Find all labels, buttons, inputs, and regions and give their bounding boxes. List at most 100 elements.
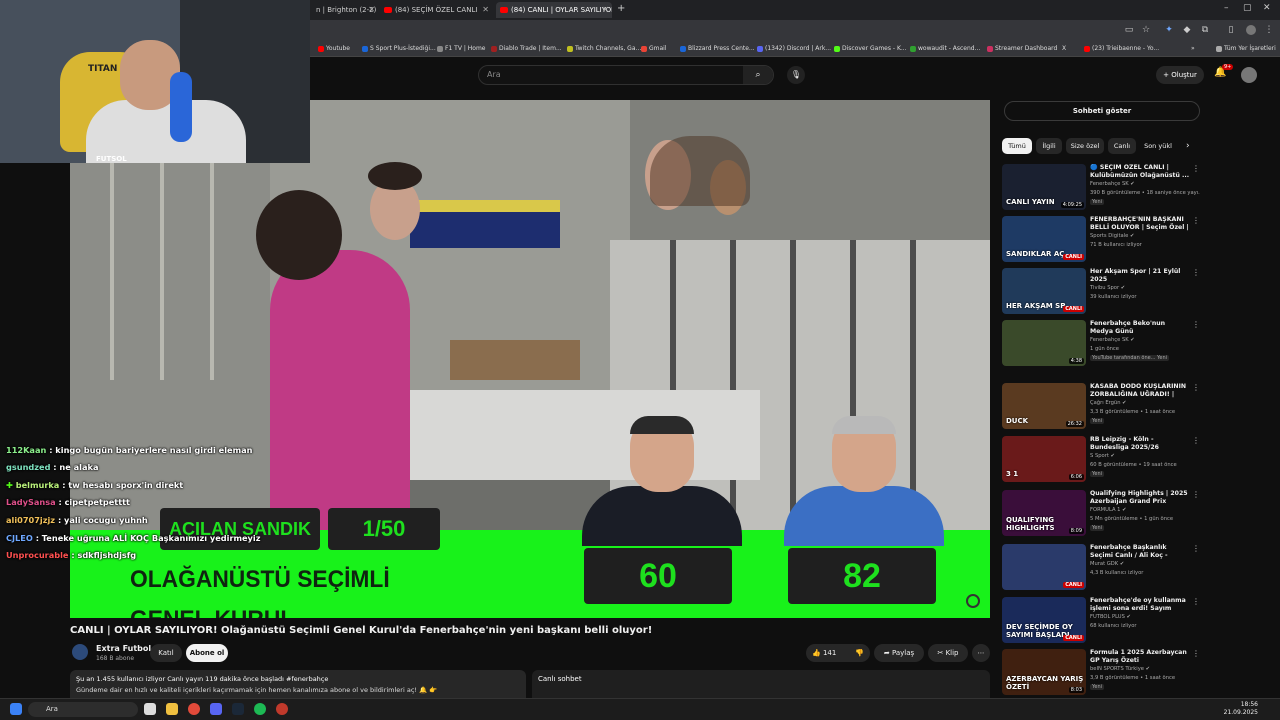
recommended-video[interactable]: QUALIFYING HIGHLIGHTS 8:09 Qualifying High… [1002, 490, 1202, 540]
recommended-title[interactable]: FENERBAHÇE'NİN BAŞKANI BELLİ OLUYOR | Se… [1090, 216, 1190, 232]
discord-icon[interactable] [210, 703, 222, 715]
channel-avatar[interactable] [72, 644, 88, 660]
search-box[interactable]: Ara ⌕ [478, 65, 774, 85]
app-icon[interactable] [276, 703, 288, 715]
windows-start-icon[interactable] [10, 703, 22, 715]
recommended-channel[interactable]: Tivibu Spor ✔ [1090, 285, 1125, 291]
chrome-icon[interactable] [188, 703, 200, 715]
recommended-title[interactable]: RB Leipzig - Köln - Bundesliga 2025/26 [1090, 436, 1190, 452]
subscribe-button[interactable]: Abone ol [186, 644, 228, 662]
file-explorer-icon[interactable] [166, 703, 178, 715]
like-count[interactable]: 141 [823, 649, 836, 657]
show-chat-button[interactable]: Sohbeti göster [1004, 101, 1200, 121]
join-button[interactable]: Katıl [150, 644, 182, 662]
bookmark-item[interactable]: Diablo Trade | Item... [491, 44, 562, 54]
bookmark-item[interactable]: Discover Games - K... [834, 44, 907, 54]
bookmark-item[interactable]: Youtube [318, 44, 350, 54]
bookmark-item[interactable]: (23) Trieibaenne - Yo... [1084, 44, 1159, 54]
video-thumbnail[interactable]: CANLI YAYIN 4:09:25 [1002, 164, 1086, 210]
browser-tab[interactable]: n | Brighton (2-2) ✕ [312, 2, 378, 18]
recommended-video[interactable]: SANDIKLAR AÇ CANLI FENERBAHÇE'NİN BAŞKANI … [1002, 216, 1202, 266]
clip-button[interactable]: ✂ Klip [928, 644, 968, 662]
steam-icon[interactable] [232, 703, 244, 715]
video-thumbnail[interactable]: QUALIFYING HIGHLIGHTS 8:09 [1002, 490, 1086, 536]
chip-related[interactable]: İlgili [1036, 138, 1062, 154]
more-actions-icon[interactable]: ⋯ [972, 644, 990, 662]
recommended-channel[interactable]: FUTBOL PLUS ✔ [1090, 614, 1131, 620]
bookmark-item[interactable]: Blizzard Press Cente... [680, 44, 755, 54]
dislike-icon[interactable]: 👎 [855, 644, 864, 662]
search-input[interactable]: Ara [487, 70, 501, 79]
more-options-icon[interactable]: ⋮ [1192, 320, 1200, 329]
chip-all[interactable]: Tümü [1002, 138, 1032, 154]
profile-avatar-icon[interactable] [1246, 25, 1256, 35]
recommended-video[interactable]: DEV SEÇİMDE OY SAYIMI BAŞLADI CANLI Fenerb… [1002, 597, 1202, 647]
close-window-icon[interactable]: ✕ [1263, 3, 1271, 13]
browser-tab-active[interactable]: (84) CANLI | OYLAR SAYILIYOR ✕ [496, 2, 612, 18]
cast-icon[interactable]: ▭ [1124, 25, 1134, 35]
recommended-title[interactable]: Fenerbahçe'de oy kullanma işlemi sona er… [1090, 597, 1190, 613]
recommended-video[interactable]: AZERBAYCAN YARIŞ ÖZETİ 8:03 Formula 1 2025… [1002, 649, 1202, 699]
recommended-video[interactable]: CANLI YAYIN 4:09:25 🔵 SEÇİM ÖZEL CANLI | K… [1002, 164, 1202, 214]
bookmark-item[interactable]: Gmail [641, 44, 667, 54]
recommended-title[interactable]: Qualifying Highlights | 2025 Azerbaijan … [1090, 490, 1190, 506]
extension-icon[interactable]: ◆ [1182, 25, 1192, 35]
chip-recent[interactable]: Son yükl [1140, 138, 1176, 154]
close-tab-icon[interactable]: ✕ [482, 2, 489, 18]
bookmark-item[interactable]: wowaudit - Ascend... [910, 44, 980, 54]
recommended-channel[interactable]: Murat GDK ✔ [1090, 561, 1124, 567]
recommended-title[interactable]: Her Akşam Spor | 21 Eylül 2025 [1090, 268, 1190, 284]
video-thumbnail[interactable]: CANLI [1002, 544, 1086, 590]
share-button[interactable]: ➦ Paylaş [874, 644, 924, 662]
chip-live[interactable]: Canlı [1108, 138, 1136, 154]
browser-tab[interactable]: (84) SEÇİM ÖZEL CANLI ✕ [380, 2, 492, 18]
task-view-icon[interactable] [144, 703, 156, 715]
recommended-title[interactable]: Fenerbahçe Başkanlık Seçimi Canlı / Ali … [1090, 544, 1190, 560]
maximize-icon[interactable]: ▢ [1243, 3, 1252, 13]
video-thumbnail[interactable]: 3 1 6:06 [1002, 436, 1086, 482]
menu-dots-icon[interactable]: ⋮ [1264, 25, 1274, 35]
create-button[interactable]: + Oluştur [1156, 66, 1204, 84]
recommended-title[interactable]: Fenerbahçe Beko'nun Medya Günü [1090, 320, 1190, 336]
recommended-channel[interactable]: Fenerbahçe SK ✔ [1090, 337, 1135, 343]
channel-name[interactable]: Extra Futbol [96, 644, 151, 653]
video-thumbnail[interactable]: DUCK 26:32 [1002, 383, 1086, 429]
close-tab-icon[interactable]: ✕ [602, 2, 609, 18]
recommended-video[interactable]: 4:38 Fenerbahçe Beko'nun Medya Günü Fenerb… [1002, 320, 1202, 370]
recommended-channel[interactable]: Çağrı Ergün ✔ [1090, 400, 1127, 406]
recommended-video[interactable]: 3 1 6:06 RB Leipzig - Köln - Bundesliga 20… [1002, 436, 1202, 486]
chip-for-you[interactable]: Size özel [1066, 138, 1104, 154]
more-options-icon[interactable]: ⋮ [1192, 544, 1200, 553]
more-options-icon[interactable]: ⋮ [1192, 649, 1200, 658]
more-options-icon[interactable]: ⋮ [1192, 597, 1200, 606]
sidebar-icon[interactable]: ▯ [1226, 25, 1236, 35]
video-thumbnail[interactable]: AZERBAYCAN YARIŞ ÖZETİ 8:03 [1002, 649, 1086, 695]
bookmark-item[interactable]: X [1062, 44, 1066, 54]
recommended-video[interactable]: CANLI Fenerbahçe Başkanlık Seçimi Canlı /… [1002, 544, 1202, 594]
bookmark-star-icon[interactable]: ☆ [1141, 25, 1151, 35]
recommended-video[interactable]: HER AKŞAM SP CANLI Her Akşam Spor | 21 Eyl… [1002, 268, 1202, 318]
video-thumbnail[interactable]: DEV SEÇİMDE OY SAYIMI BAŞLADI CANLI [1002, 597, 1086, 643]
more-bookmarks-icon[interactable]: » [1191, 44, 1195, 54]
recommended-title[interactable]: 🔵 SEÇİM ÖZEL CANLI | Kulübümüzün Olağanü… [1090, 164, 1190, 180]
bookmark-item[interactable]: Streamer Dashboard [987, 44, 1057, 54]
minimize-icon[interactable]: – [1224, 3, 1229, 13]
more-options-icon[interactable]: ⋮ [1192, 436, 1200, 445]
system-clock[interactable]: 18:56 21.09.2025 [1224, 701, 1258, 717]
recommended-channel[interactable]: beIN SPORTS Türkiye ✔ [1090, 666, 1150, 672]
bookmark-item[interactable]: F1 TV | Home [437, 44, 486, 54]
more-options-icon[interactable]: ⋮ [1192, 490, 1200, 499]
video-thumbnail[interactable]: SANDIKLAR AÇ CANLI [1002, 216, 1086, 262]
like-icon[interactable]: 👍 [812, 649, 821, 657]
close-tab-icon[interactable]: ✕ [368, 2, 375, 18]
bookmark-item[interactable]: S Sport Plus-İstediği... [362, 44, 436, 54]
recommended-channel[interactable]: Fenerbahçe SK ✔ [1090, 181, 1135, 187]
all-bookmarks[interactable]: Tüm Yer İşaretleri [1216, 44, 1276, 54]
extension-icon[interactable]: ✦ [1164, 25, 1174, 35]
recommended-channel[interactable]: Sports Digitale ✔ [1090, 233, 1134, 239]
recommended-channel[interactable]: S Sport ✔ [1090, 453, 1115, 459]
bookmark-item[interactable]: (1342) Discord | Ark... [757, 44, 831, 54]
chevron-right-icon[interactable]: › [1186, 141, 1190, 151]
more-options-icon[interactable]: ⋮ [1192, 383, 1200, 392]
recommended-channel[interactable]: FORMULA 1 ✔ [1090, 507, 1126, 513]
